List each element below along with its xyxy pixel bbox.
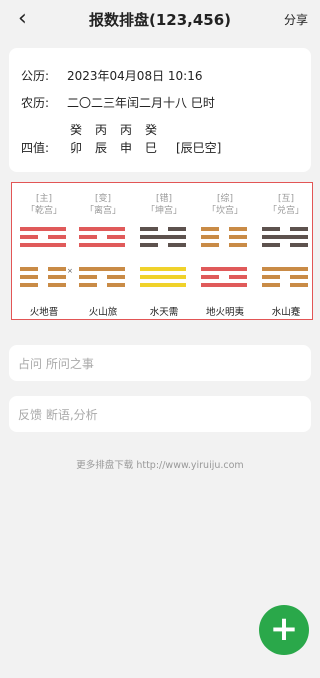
yin-line-segment	[290, 283, 308, 287]
yin-line-segment	[79, 235, 97, 239]
date-info-card: 公历: 2023年04月08日 10:16 农历: 二〇二三年闰二月十八 巳时 癸 …	[9, 48, 311, 172]
yin-line-segment	[79, 275, 97, 279]
question-input[interactable]: 占问 所问之事	[9, 345, 311, 381]
yang-line	[79, 267, 125, 271]
yin-line-segment	[48, 235, 66, 239]
yin-line-segment	[262, 275, 280, 279]
yin-line-segment	[107, 235, 125, 239]
yin-line-segment	[262, 227, 280, 231]
hexagram-palace: 「离宫」	[84, 206, 121, 216]
yin-line-segment	[168, 243, 186, 247]
hexagram-column: [互] 「兑宫」 水山蹇	[256, 183, 316, 321]
yin-line-segment	[262, 283, 280, 287]
yin-line-segment	[168, 227, 186, 231]
yang-line	[140, 275, 186, 279]
add-button[interactable]: +	[259, 605, 309, 655]
yin-line-segment	[107, 283, 125, 287]
yin-line-segment	[229, 243, 247, 247]
yin-line-segment	[201, 243, 219, 247]
hexagram-name: 水天需	[149, 307, 179, 318]
zhi-month: 辰	[95, 141, 108, 155]
feedback-placeholder: 反馈 断语,分析	[18, 408, 98, 422]
yin-line-segment	[48, 275, 66, 279]
yin-line-segment	[201, 235, 219, 239]
yin-line-segment	[48, 267, 66, 271]
yin-line-segment	[290, 275, 308, 279]
download-footer[interactable]: 更多排盘下载 http://www.yiruiju.com	[0, 457, 320, 471]
hexagram-palace: 「乾宫」	[25, 206, 62, 216]
zhi-year: 卯	[70, 141, 83, 155]
yin-line-segment	[290, 243, 308, 247]
gan-year: 癸	[70, 123, 83, 137]
yin-line-segment	[229, 235, 247, 239]
yin-line-segment	[229, 275, 247, 279]
hexagram-palace: 「兑宫」	[267, 206, 304, 216]
hexagram-column: [主] 「乾宫」 × 火地晋	[14, 183, 74, 321]
yang-line	[20, 243, 66, 247]
nongli-row: 农历: 二〇二三年闰二月十八 巳时	[21, 94, 215, 111]
yin-line-segment	[140, 243, 158, 247]
gongli-row: 公历: 2023年04月08日 10:16	[21, 67, 202, 84]
yin-line-segment	[290, 227, 308, 231]
top-bar: ‹ 报数排盘(123,456) 分享	[0, 0, 320, 38]
yin-line-segment	[20, 283, 38, 287]
gan-day: 丙	[120, 123, 133, 137]
yang-line	[262, 235, 308, 239]
zhi-hour: 巳	[145, 141, 158, 155]
hexagram-name: 水山蹇	[271, 307, 301, 318]
hexagram-panel[interactable]: [主] 「乾宫」 × 火地晋 [变] 「离宫」 火山旅 [错] 「坤宫」 水天需 [综] 「坎宫」 地火…	[11, 182, 313, 320]
yin-line-segment	[140, 227, 158, 231]
yang-line	[140, 283, 186, 287]
yang-line	[79, 243, 125, 247]
hexagram-palace: 「坤宫」	[145, 206, 182, 216]
question-placeholder: 占问 所问之事	[18, 357, 94, 371]
yang-line	[20, 227, 66, 231]
yin-line-segment	[20, 235, 38, 239]
nongli-value: 二〇二三年闰二月十八 巳时	[67, 96, 215, 110]
gan-month: 丙	[95, 123, 108, 137]
yin-line-segment	[229, 227, 247, 231]
yin-line-segment	[48, 283, 66, 287]
moving-line-marker: ×	[67, 267, 73, 275]
yang-line	[140, 267, 186, 271]
yin-line-segment	[79, 283, 97, 287]
yang-line	[140, 235, 186, 239]
sizhi-label: 四值:	[21, 141, 50, 155]
zhi-day: 申	[120, 141, 133, 155]
hexagram-name: 火地晋	[29, 307, 59, 318]
yin-line-segment	[201, 227, 219, 231]
hexagram-column: [综] 「坎宫」 地火明夷	[195, 183, 255, 321]
yang-line	[201, 267, 247, 271]
gongli-value: 2023年04月08日 10:16	[67, 69, 203, 83]
feedback-input[interactable]: 反馈 断语,分析	[9, 396, 311, 432]
yin-line-segment	[20, 275, 38, 279]
page-title: 报数排盘(123,456)	[88, 11, 232, 29]
yang-line	[79, 227, 125, 231]
hexagram-column: [变] 「离宫」 火山旅	[73, 183, 133, 321]
yin-line-segment	[262, 243, 280, 247]
hexagram-palace: 「坎宫」	[206, 206, 243, 216]
yin-line-segment	[20, 267, 38, 271]
kong-value: [辰巳空]	[176, 141, 222, 155]
hexagram-column: [错] 「坤宫」 水天需	[134, 183, 194, 321]
hexagram-name: 火山旅	[88, 307, 118, 318]
hexagram-name: 地火明夷	[205, 307, 244, 318]
gan-hour: 癸	[145, 123, 158, 137]
yin-line-segment	[201, 275, 219, 279]
gongli-label: 公历:	[21, 69, 50, 83]
yin-line-segment	[107, 275, 125, 279]
nongli-label: 农历:	[21, 96, 50, 110]
yang-line	[201, 283, 247, 287]
yang-line	[262, 267, 308, 271]
share-button[interactable]: 分享	[284, 11, 308, 28]
